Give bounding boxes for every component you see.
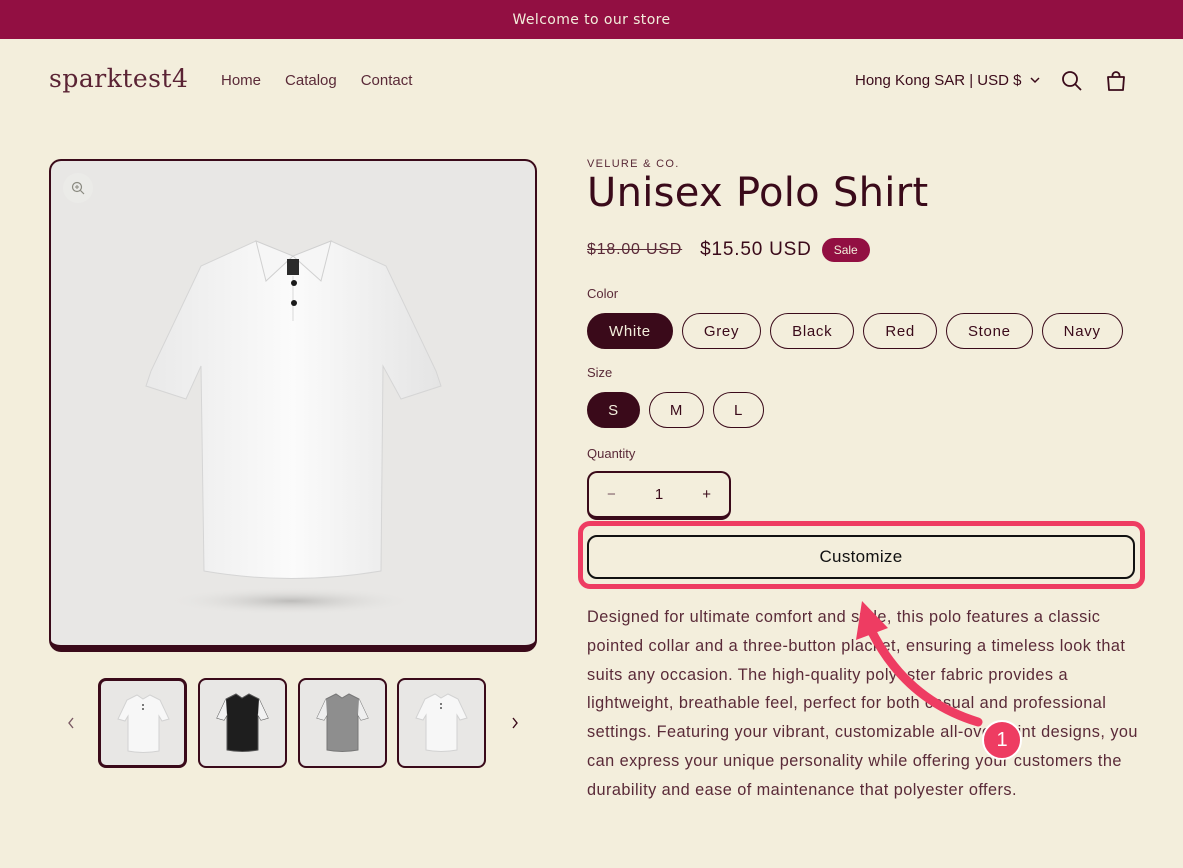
polo-thumb-white-2: [415, 693, 468, 752]
color-option-red[interactable]: Red: [863, 313, 937, 349]
product-description: Designed for ultimate comfort and style,…: [587, 608, 1138, 799]
polo-shirt-image: [145, 240, 442, 615]
quantity-input[interactable]: 1: [655, 486, 663, 503]
color-label: Color: [587, 286, 619, 301]
announcement-bar: Welcome to our store: [0, 0, 1183, 39]
thumbnail-white-2[interactable]: [397, 678, 486, 768]
thumbnail-prev-button[interactable]: [61, 712, 81, 734]
search-button[interactable]: [1059, 68, 1085, 94]
cart-button[interactable]: [1103, 68, 1129, 94]
thumbnail-next-button[interactable]: [505, 712, 525, 734]
main-nav: Home Catalog Contact: [221, 72, 412, 89]
currency-selector[interactable]: Hong Kong SAR | USD $: [855, 72, 1041, 89]
color-option-white[interactable]: White: [587, 313, 673, 349]
quantity-increase-button[interactable]: +: [702, 486, 711, 503]
currency-label: Hong Kong SAR | USD $: [855, 72, 1022, 89]
product-title: Unisex Polo Shirt: [587, 170, 929, 216]
quantity-label: Quantity: [587, 446, 636, 461]
customize-button[interactable]: Customize: [587, 535, 1135, 579]
chevron-right-icon: [512, 717, 518, 729]
sale-badge: Sale: [821, 238, 870, 262]
sale-price: $15.50 USD: [700, 239, 812, 260]
polo-thumb-black: [216, 693, 269, 752]
size-option-m[interactable]: M: [649, 392, 704, 428]
polo-thumb-white: [117, 694, 170, 753]
thumbnail-black[interactable]: [198, 678, 287, 768]
regular-price: $18.00 USD: [587, 241, 683, 258]
chevron-left-icon: [68, 717, 74, 729]
color-option-navy[interactable]: Navy: [1041, 313, 1123, 349]
color-options: White Grey Black Red Stone Navy: [587, 313, 1123, 349]
price-row: $18.00 USD $15.50 USD Sale: [587, 238, 870, 262]
nav-item-contact[interactable]: Contact: [361, 72, 413, 89]
quantity-decrease-button[interactable]: −: [607, 486, 616, 503]
announcement-text: Welcome to our store: [512, 11, 671, 28]
chevron-down-icon: [1030, 77, 1041, 84]
quantity-stepper: − 1 +: [587, 471, 731, 520]
nav-item-catalog[interactable]: Catalog: [285, 72, 337, 89]
search-icon: [1062, 71, 1082, 91]
size-label: Size: [587, 365, 613, 380]
size-option-s[interactable]: S: [587, 392, 640, 428]
thumbnail-white[interactable]: [98, 678, 187, 768]
product-main-image[interactable]: [49, 159, 537, 652]
cart-icon: [1107, 71, 1125, 91]
annotation-step-badge: 1: [982, 720, 1022, 760]
nav-item-home[interactable]: Home: [221, 72, 261, 89]
thumbnail-grey[interactable]: [298, 678, 387, 768]
color-option-black[interactable]: Black: [770, 313, 855, 349]
size-option-l[interactable]: L: [713, 392, 764, 428]
color-option-stone[interactable]: Stone: [945, 313, 1033, 349]
product-vendor: VELURE & CO.: [587, 158, 680, 170]
color-option-grey[interactable]: Grey: [681, 313, 762, 349]
polo-thumb-grey: [316, 693, 369, 752]
store-logo[interactable]: sparktest4: [49, 64, 188, 93]
size-options: S M L: [587, 392, 764, 428]
